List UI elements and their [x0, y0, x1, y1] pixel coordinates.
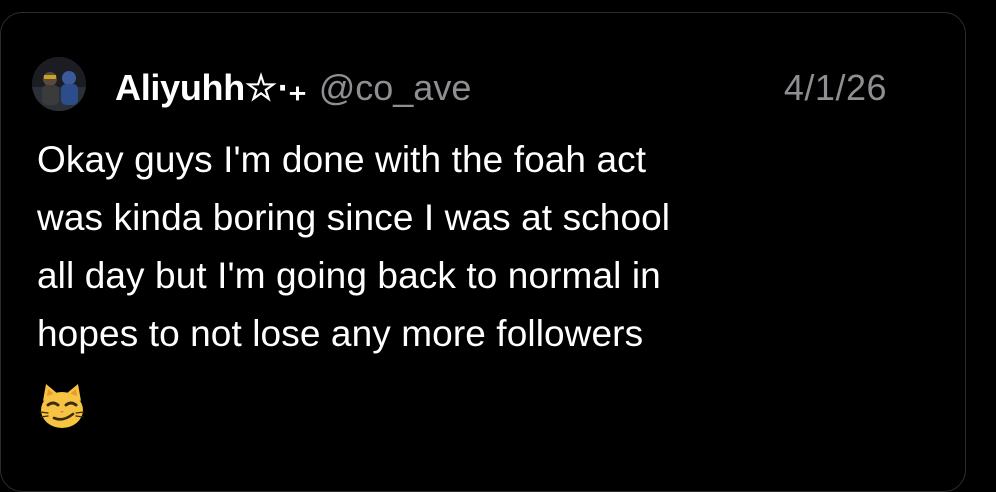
- post-text-line: all day but I'm going back to normal in: [37, 255, 661, 296]
- post-text-line: was kinda boring since I was at school: [37, 197, 671, 238]
- smirking-cat-face-icon: [39, 384, 85, 428]
- post-card[interactable]: Aliyuhh☆⋅₊ @co_ave 4/1/26 Okay guys I'm …: [0, 12, 966, 492]
- post-header: Aliyuhh☆⋅₊ @co_ave: [115, 63, 471, 113]
- avatar[interactable]: [32, 57, 86, 111]
- avatar-image: [32, 57, 86, 111]
- post-text: Okay guys I'm done with the foah act was…: [37, 131, 917, 363]
- author-display-name[interactable]: Aliyuhh☆⋅₊: [115, 67, 307, 109]
- post-date: 4/1/26: [783, 67, 887, 108]
- post-text-line: hopes to not lose any more followers: [37, 313, 644, 354]
- author-handle[interactable]: @co_ave: [319, 67, 472, 109]
- post-text-line: Okay guys I'm done with the foah act: [37, 139, 647, 180]
